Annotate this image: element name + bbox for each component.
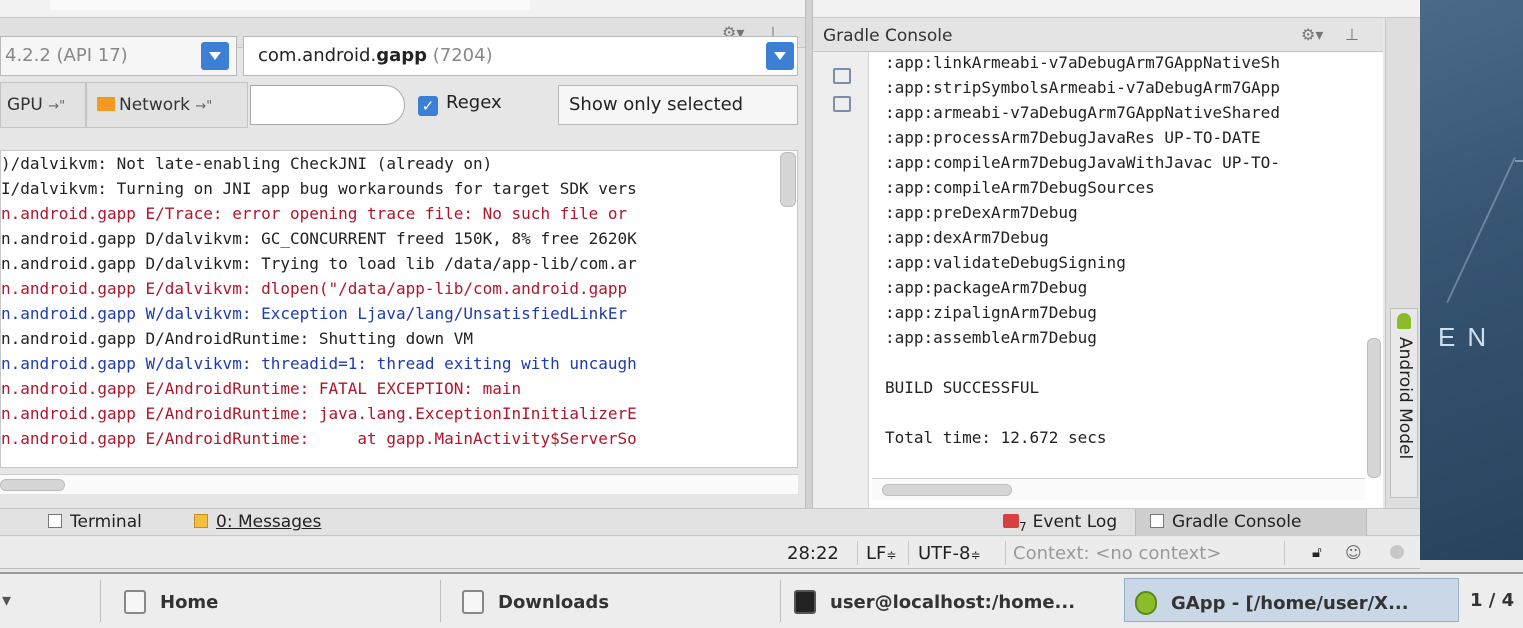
log-line: )/dalvikvm: Not late-enabling CheckJNI (… <box>1 154 493 173</box>
gradle-line: BUILD SUCCESSFUL <box>885 378 1040 397</box>
process-select-value: com.android.gapp (7204) <box>258 45 493 66</box>
log-line: n.android.gapp D/dalvikvm: Trying to loa… <box>1 254 637 273</box>
process-select[interactable]: com.android.gapp (7204) <box>243 36 798 76</box>
tab-network[interactable]: Network →" <box>86 82 248 128</box>
log-line: n.android.gapp E/Trace: error opening tr… <box>1 204 628 223</box>
gradle-console-panel: Gradle Console ⚙▾ ⊥ :app:linkArmeabi-v7a… <box>813 18 1383 508</box>
log-line: n.android.gapp E/dalvikvm: dlopen("/data… <box>1 279 628 298</box>
regex-checkbox[interactable]: ✓ Regex <box>418 92 502 116</box>
task-android-studio[interactable]: GApp - [/home/user/X... <box>1124 578 1459 622</box>
gradle-line: :app:compileArm7DebugSources <box>885 178 1155 197</box>
task-home[interactable]: Home <box>124 578 218 622</box>
logcat-horizontal-scrollbar[interactable] <box>0 474 798 494</box>
context-indicator[interactable]: Context: <no context> <box>1013 543 1221 564</box>
chevron-down-icon[interactable] <box>201 42 229 70</box>
file-encoding[interactable]: UTF-8≑ <box>918 543 981 564</box>
folder-icon <box>462 590 484 614</box>
panel-splitter[interactable] <box>805 0 813 508</box>
line-separator[interactable]: LF≑ <box>866 543 896 564</box>
log-line: n.android.gapp E/AndroidRuntime: java.la… <box>1 404 637 423</box>
hide-panel-icon[interactable]: ⊥ <box>1345 25 1359 44</box>
search-input[interactable] <box>250 85 405 125</box>
gradle-line: :app:compileArm7DebugJavaWithJavac UP-TO… <box>885 153 1280 172</box>
settings-gear-icon[interactable]: ⚙▾ <box>1301 25 1323 44</box>
gradle-line: :app:zipalignArm7Debug <box>885 303 1097 322</box>
event-log-icon <box>1003 514 1019 528</box>
gradle-vertical-scrollbar[interactable] <box>1367 338 1381 478</box>
log-line: I/dalvikvm: Turning on JNI app bug worka… <box>1 179 637 198</box>
logcat-vertical-scrollbar[interactable] <box>780 152 796 207</box>
gradle-line: :app:processArm7DebugJavaRes UP-TO-DATE <box>885 128 1261 147</box>
gradle-line: :app:linkArmeabi-v7aDebugArm7GAppNativeS… <box>885 53 1280 72</box>
taskbar: ▾ Home Downloads user@localhost:/home...… <box>0 572 1523 628</box>
messages-tab[interactable]: 0: Messages <box>194 512 321 532</box>
gradle-line: :app:dexArm7Debug <box>885 228 1049 247</box>
network-icon <box>97 97 115 111</box>
log-line: n.android.gapp D/AndroidRuntime: Shuttin… <box>1 329 474 348</box>
right-tool-strip: Android Model <box>1385 18 1420 508</box>
gradle-console-output[interactable]: :app:linkArmeabi-v7aDebugArm7GAppNativeS… <box>885 50 1365 480</box>
checkmark-icon: ✓ <box>418 96 438 116</box>
android-model-label: Android Model <box>1395 337 1415 460</box>
memory-indicator-icon <box>1390 545 1404 559</box>
gradle-console-gutter <box>813 52 869 508</box>
terminal-tab[interactable]: Terminal <box>48 512 142 532</box>
log-line: n.android.gapp D/dalvikvm: GC_CONCURRENT… <box>1 229 637 248</box>
soft-wrap-icon[interactable] <box>833 68 851 84</box>
lock-icon[interactable]: 🔓︎ <box>1312 543 1322 561</box>
caret-position[interactable]: 28:22 <box>787 543 839 564</box>
gradle-line: :app:preDexArm7Debug <box>885 203 1078 222</box>
chevron-down-icon[interactable] <box>766 42 794 70</box>
desktop-wallpaper-text: EN <box>1438 322 1499 352</box>
terminal-icon <box>794 590 816 614</box>
gradle-line: :app:packageArm7Debug <box>885 278 1088 297</box>
inspector-icon[interactable]: ☺︎ <box>1345 543 1362 562</box>
tab-gpu[interactable]: GPU →" <box>0 82 86 128</box>
log-line: n.android.gapp E/AndroidRuntime: at gapp… <box>1 429 637 448</box>
gradle-console-icon <box>1150 514 1164 528</box>
gradle-console-tab[interactable]: Gradle Console <box>1135 509 1367 536</box>
desktop-background: EN <box>1420 0 1523 560</box>
device-select[interactable]: 4.2.2 (API 17) <box>0 36 237 76</box>
event-log-tab[interactable]: 7 Event Log <box>1003 512 1117 534</box>
logcat-toolbar: GPU →" Network →" ✓ Regex Show only selec… <box>0 82 805 128</box>
folder-icon <box>124 590 146 614</box>
scroll-to-end-icon[interactable] <box>833 96 851 112</box>
gradle-line: :app:stripSymbolsArmeabi-v7aDebugArm7GAp… <box>885 78 1280 97</box>
device-select-value: 4.2.2 (API 17) <box>5 45 128 66</box>
terminal-icon <box>48 514 62 528</box>
log-line: n.android.gapp E/AndroidRuntime: FATAL E… <box>1 379 522 398</box>
gradle-line: :app:armeabi-v7aDebugArm7GAppNativeShare… <box>885 103 1280 122</box>
gradle-line: :app:assembleArm7Debug <box>885 328 1097 347</box>
gradle-line: Total time: 12.672 secs <box>885 428 1107 447</box>
tool-window-bar: Terminal 0: Messages 7 Event Log Gradle C… <box>0 508 1420 536</box>
messages-icon <box>194 514 208 528</box>
gradle-horizontal-scrollbar[interactable] <box>872 478 1365 500</box>
task-downloads[interactable]: Downloads <box>462 578 609 622</box>
log-line: n.android.gapp W/dalvikvm: threadid=1: t… <box>1 354 637 373</box>
gradle-line: :app:validateDebugSigning <box>885 253 1126 272</box>
logcat-output[interactable]: )/dalvikvm: Not late-enabling CheckJNI (… <box>0 150 798 468</box>
android-model-tab[interactable]: Android Model <box>1390 308 1418 498</box>
android-studio-icon <box>1135 591 1157 615</box>
workspace-switcher[interactable]: 1 / 4 <box>1470 578 1514 622</box>
filter-select[interactable]: Show only selected <box>558 85 798 125</box>
log-line: n.android.gapp W/dalvikvm: Exception Lja… <box>1 304 628 323</box>
android-icon <box>1397 313 1411 329</box>
gradle-console-header: Gradle Console ⚙▾ ⊥ <box>813 18 1383 52</box>
editor-top-strip <box>0 0 1420 18</box>
task-terminal[interactable]: user@localhost:/home... <box>794 578 1075 622</box>
status-bar: 28:22 LF≑ UTF-8≑ Context: <no context> 🔓… <box>0 537 1420 569</box>
gradle-console-title: Gradle Console <box>823 26 953 46</box>
app-menu-icon[interactable]: ▾ <box>2 578 11 622</box>
